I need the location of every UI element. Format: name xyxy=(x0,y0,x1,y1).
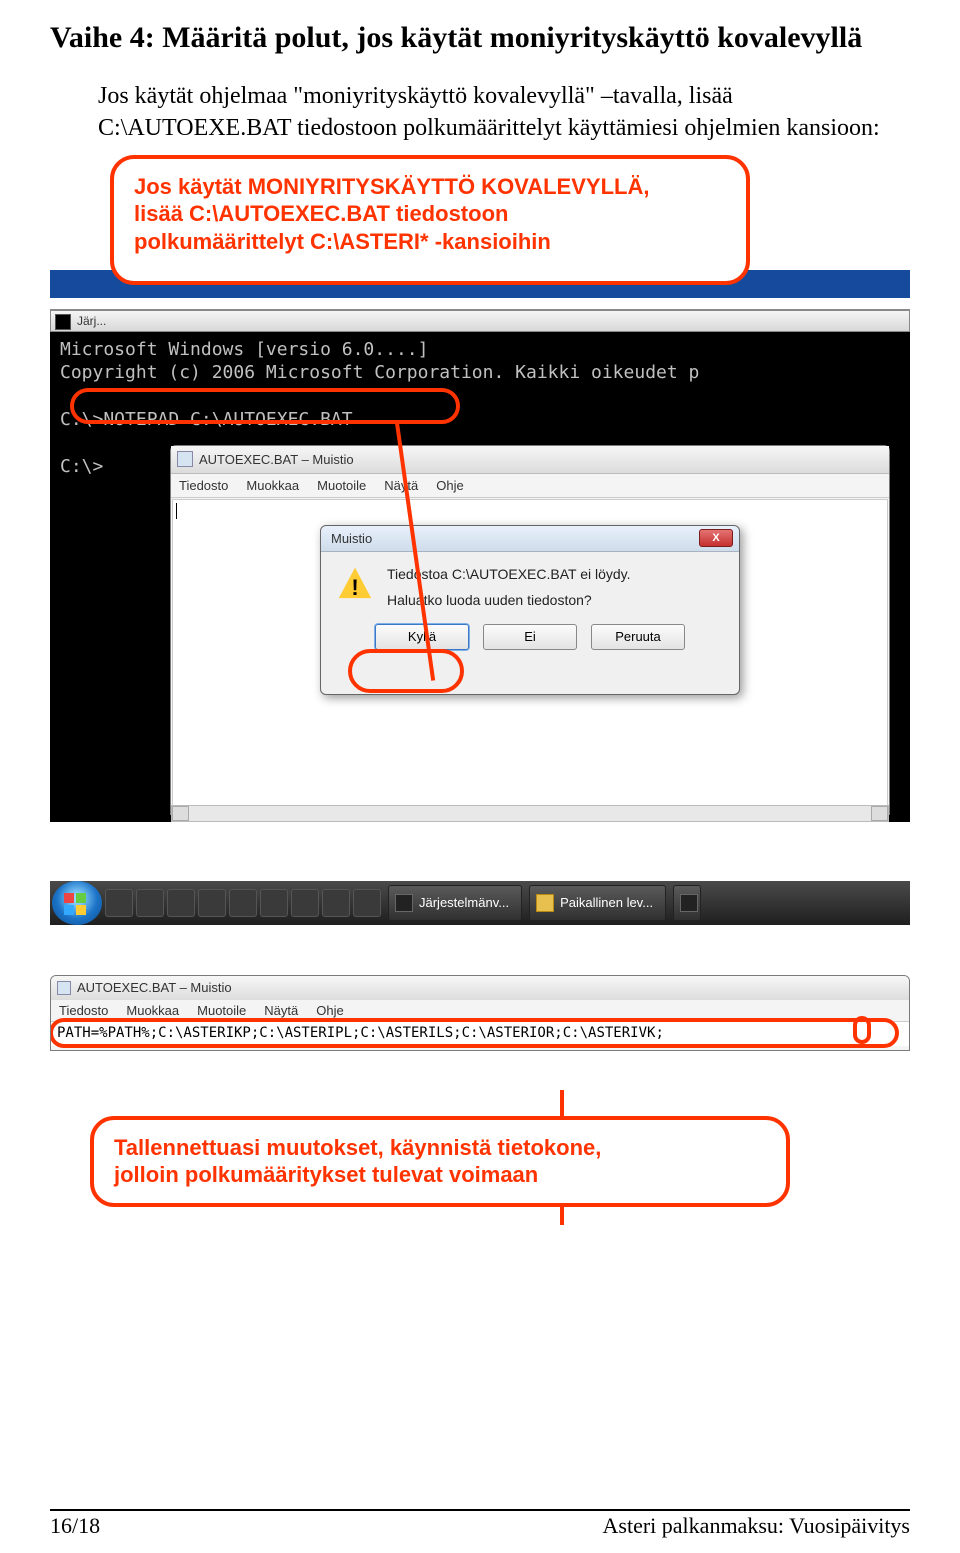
cmd-line-2: Copyright (c) 2006 Microsoft Corporation… xyxy=(60,362,699,383)
cmd-icon xyxy=(680,894,698,912)
taskbar-label: Paikallinen lev... xyxy=(560,895,653,910)
footer-title: Asteri palkanmaksu: Vuosipäivitys xyxy=(603,1513,910,1539)
quicklaunch-icon[interactable] xyxy=(167,889,195,917)
callout-top-line3: polkumäärittelyt C:\ASTERI* -kansioihin xyxy=(134,228,726,256)
scroll-right-icon[interactable] xyxy=(871,806,888,821)
notepad2-text-area[interactable]: PATH=%PATH%;C:\ASTERIKP;C:\ASTERIPL;C:\A… xyxy=(51,1022,909,1046)
notepad-titlebar: AUTOEXEC.BAT – Muistio xyxy=(171,446,889,474)
page-footer: 16/18 Asteri palkanmaksu: Vuosipäivitys xyxy=(50,1513,910,1539)
notepad-icon xyxy=(177,451,193,467)
dialog-message-1: Tiedostoa C:\AUTOEXEC.BAT ei löydy. xyxy=(387,566,631,582)
notepad2-titlebar: AUTOEXEC.BAT – Muistio xyxy=(51,976,909,1000)
callout-bottom: Tallennettuasi muutokset, käynnistä tiet… xyxy=(90,1116,790,1207)
menu-nayta[interactable]: Näytä xyxy=(384,478,418,493)
text-cursor xyxy=(176,503,177,519)
cmd-line-1: Microsoft Windows [versio 6.0....] xyxy=(60,339,428,360)
taskbar-item-folder[interactable]: Paikallinen lev... xyxy=(529,885,666,921)
no-button[interactable]: Ei xyxy=(483,624,577,650)
notepad2-window[interactable]: AUTOEXEC.BAT – Muistio Tiedosto Muokkaa … xyxy=(50,975,910,1051)
yes-button[interactable]: Kyllä xyxy=(375,624,469,650)
notepad-menubar: Tiedosto Muokkaa Muotoile Näytä Ohje xyxy=(171,474,889,498)
menu-tiedosto[interactable]: Tiedosto xyxy=(179,478,228,493)
highlight-notepad-command xyxy=(70,388,460,424)
menu-muokkaa[interactable]: Muokkaa xyxy=(126,1003,179,1018)
step-heading: Vaihe 4: Määritä polut, jos käytät moniy… xyxy=(50,20,910,56)
highlight-cursor-end xyxy=(853,1016,871,1044)
cancel-button[interactable]: Peruuta xyxy=(591,624,685,650)
menu-ohje[interactable]: Ohje xyxy=(316,1003,343,1018)
intro-text: Jos käytät ohjelmaa "moniyrityskäyttö ko… xyxy=(50,80,910,145)
close-icon[interactable]: X xyxy=(699,529,733,547)
cmd-icon xyxy=(55,314,71,330)
menu-muokkaa[interactable]: Muokkaa xyxy=(246,478,299,493)
highlight-yes-button xyxy=(348,649,464,693)
screenshot-composite: Jos käytät MONIYRITYSKÄYTTÖ KOVALEVYLLÄ,… xyxy=(50,155,910,925)
menu-nayta[interactable]: Näytä xyxy=(264,1003,298,1018)
callout-bottom-line1: Tallennettuasi muutokset, käynnistä tiet… xyxy=(114,1134,766,1162)
menu-ohje[interactable]: Ohje xyxy=(436,478,463,493)
quicklaunch-icon[interactable] xyxy=(198,889,226,917)
menu-tiedosto[interactable]: Tiedosto xyxy=(59,1003,108,1018)
callout-top: Jos käytät MONIYRITYSKÄYTTÖ KOVALEVYLLÄ,… xyxy=(110,155,750,285)
callout-bottom-line2: jolloin polkumääritykset tulevat voimaan xyxy=(114,1161,766,1189)
warning-icon xyxy=(337,566,373,602)
notepad-scrollbar-h[interactable] xyxy=(171,805,889,822)
notepad-title-text: AUTOEXEC.BAT – Muistio xyxy=(199,452,354,467)
dialog-titlebar: Muistio X xyxy=(321,526,739,552)
quicklaunch-icon[interactable] xyxy=(353,889,381,917)
cmd-title-text: Järj... xyxy=(77,314,106,328)
page-number: 16/18 xyxy=(50,1513,100,1539)
highlight-path-line xyxy=(50,1018,899,1048)
menu-muotoile[interactable]: Muotoile xyxy=(317,478,366,493)
folder-icon xyxy=(536,894,554,912)
callout-top-line1: Jos käytät MONIYRITYSKÄYTTÖ KOVALEVYLLÄ, xyxy=(134,173,726,201)
callout-top-line2: lisää C:\AUTOEXEC.BAT tiedostoon xyxy=(134,200,726,228)
quicklaunch-icon[interactable] xyxy=(291,889,319,917)
notepad2-title-text: AUTOEXEC.BAT – Muistio xyxy=(77,980,232,995)
taskbar-item-cmd[interactable]: Järjestelmänv... xyxy=(388,885,522,921)
cmd-icon xyxy=(395,894,413,912)
scroll-left-icon[interactable] xyxy=(172,806,189,821)
footer-divider xyxy=(50,1509,910,1511)
quicklaunch-icon[interactable] xyxy=(105,889,133,917)
dialog-title: Muistio xyxy=(331,531,372,546)
cmd-titlebar: Järj... xyxy=(50,310,910,332)
start-button[interactable] xyxy=(52,881,102,925)
quicklaunch-icon[interactable] xyxy=(136,889,164,917)
dialog-body: Tiedostoa C:\AUTOEXEC.BAT ei löydy. Halu… xyxy=(321,552,739,618)
cmd-line-4: C:\> xyxy=(60,456,103,477)
menu-muotoile[interactable]: Muotoile xyxy=(197,1003,246,1018)
notepad-icon xyxy=(57,981,71,995)
taskbar-label: Järjestelmänv... xyxy=(419,895,509,910)
taskbar: Järjestelmänv... Paikallinen lev... xyxy=(50,881,910,925)
quicklaunch-icon[interactable] xyxy=(229,889,257,917)
taskbar-item-extra[interactable] xyxy=(673,885,701,921)
quicklaunch-icon[interactable] xyxy=(322,889,350,917)
quicklaunch-icon[interactable] xyxy=(260,889,288,917)
window-chrome-gap xyxy=(50,298,910,310)
